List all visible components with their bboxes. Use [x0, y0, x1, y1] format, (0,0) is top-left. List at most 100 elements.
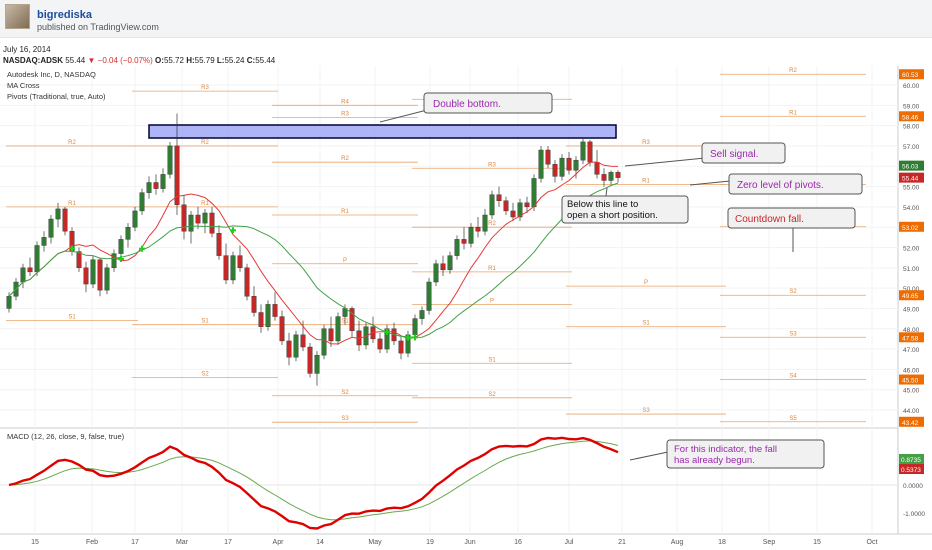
pivots-legend[interactable]: Pivots (Traditional, true, Auto)	[7, 92, 106, 101]
time-tick-label: 15	[31, 539, 39, 546]
candle-down	[223, 255, 229, 281]
callout-text-line-1: For this indicator, the fall	[674, 444, 777, 455]
candle-up	[531, 178, 537, 208]
pivot-label-r3: R3	[201, 85, 209, 91]
pivot-label-r3: R3	[488, 162, 496, 168]
candle-up	[20, 267, 26, 283]
candle-down	[216, 233, 222, 256]
price-axis[interactable]: 60.0059.0058.0057.0056.0055.0054.0053.00…	[899, 69, 924, 427]
time-tick-label: 16	[514, 539, 522, 546]
candle-up	[230, 255, 236, 281]
macd-tick-label: 0.0000	[903, 483, 923, 490]
candle-up	[111, 253, 117, 269]
callout-text: Countdown fall.	[735, 214, 804, 225]
macd-tick-label: -1.0000	[903, 511, 925, 518]
price-badge-label: 49.65	[902, 293, 919, 300]
candle-up	[426, 281, 432, 311]
time-tick-label: 21	[618, 539, 626, 546]
candle-down	[461, 239, 467, 244]
candle-up	[608, 172, 614, 181]
price-tick-label: 59.00	[903, 103, 920, 110]
candle-down	[97, 259, 103, 291]
chart-title-legend[interactable]: Autodesk Inc, D, NASDAQ	[7, 70, 96, 79]
price-tick-label: 47.00	[903, 347, 920, 354]
macd-badge-label: 0.5373	[901, 467, 921, 474]
pivot-label-r2: R2	[789, 68, 797, 74]
time-tick-label: 17	[131, 539, 139, 546]
time-tick-label: 17	[224, 539, 232, 546]
candle-up	[433, 263, 439, 283]
macd-legend[interactable]: MACD (12, 26, close, 9, false, true)	[7, 432, 124, 441]
pivot-label-r2: R2	[488, 221, 496, 227]
price-tick-label: 60.00	[903, 83, 920, 90]
ma-cross-legend[interactable]: MA Cross	[7, 81, 40, 90]
candle-down	[83, 267, 89, 285]
pivot-label-p: P	[490, 298, 494, 304]
time-tick-label: 18	[718, 539, 726, 546]
pivot-label-r1: R1	[68, 201, 76, 207]
pivot-label-r1: R1	[488, 266, 496, 272]
candle-down	[524, 202, 530, 208]
callout-text: Double bottom.	[433, 99, 501, 110]
callout-text: Zero level of pivots.	[737, 180, 824, 191]
pivot-label-r3: R3	[341, 112, 349, 118]
macd-badge-label: 0.8735	[901, 457, 921, 464]
pivot-label-s1: S1	[201, 319, 209, 325]
candle-up	[6, 296, 12, 309]
callout-text-line-2: open a short position.	[567, 210, 658, 221]
candle-down	[510, 210, 516, 218]
candle-down	[27, 267, 33, 273]
time-tick-label: Feb	[86, 539, 98, 546]
candle-down	[615, 172, 621, 178]
pivot-label-r1: R1	[341, 209, 349, 215]
screenshot-root: bigrediska published on TradingView.com …	[0, 0, 932, 550]
time-tick-label: May	[368, 539, 382, 546]
candle-up	[55, 208, 61, 220]
candle-down	[76, 251, 82, 269]
candle-down	[300, 334, 306, 348]
candle-down	[587, 141, 593, 163]
macd-axis[interactable]: 1.00000.0000-1.00000.87350.5373	[899, 454, 925, 518]
price-tick-label: 44.00	[903, 408, 920, 415]
callout-text-line-2: has already begun.	[674, 455, 755, 466]
candle-up	[48, 218, 54, 238]
price-tick-label: 51.00	[903, 266, 920, 273]
pivot-label-s1: S1	[642, 321, 650, 327]
pivot-label-s1: S1	[68, 315, 76, 321]
time-tick-label: 14	[316, 539, 324, 546]
candle-down	[244, 267, 250, 297]
candle-up	[34, 245, 40, 273]
candle-up	[146, 182, 152, 193]
pivot-label-s2: S2	[201, 372, 209, 378]
price-badge-label: 43.42	[902, 420, 919, 427]
callout-text-line-1: Below this line to	[567, 199, 638, 210]
candle-down	[496, 194, 502, 201]
candle-up	[188, 214, 194, 232]
pivot-label-r2: R2	[201, 140, 209, 146]
time-axis[interactable]: 15 Feb 17 Mar 17 Apr 14 May 19 Jun 16 Jul 21 Aug 18 Sep…	[31, 539, 877, 546]
candle-up	[454, 239, 460, 256]
candle-up	[335, 316, 341, 342]
time-tick-label: Apr	[273, 539, 285, 546]
candle-up	[167, 145, 173, 175]
candle-down	[237, 255, 243, 269]
price-tick-label: 49.00	[903, 306, 920, 313]
price-chart[interactable]: R2R1S1R3R2R1S1S2R4R3R2R1PS1S2S3R4R3R2R1P…	[0, 0, 932, 550]
candle-up	[132, 210, 138, 228]
pivot-label-s3: S3	[642, 408, 650, 414]
price-badge-label: 55.44	[902, 176, 919, 183]
candle-down	[209, 212, 215, 234]
candle-down	[328, 328, 334, 342]
price-tick-label: 57.00	[903, 144, 920, 151]
price-tick-label: 55.00	[903, 185, 920, 192]
price-tick-label: 58.00	[903, 124, 920, 131]
time-tick-label: Mar	[176, 539, 189, 546]
candle-down	[377, 338, 383, 350]
double-bottom-zone[interactable]	[148, 124, 617, 139]
candle-up	[90, 259, 96, 285]
candle-down	[195, 214, 201, 224]
candle-up	[412, 318, 418, 336]
price-tick-label: 52.00	[903, 246, 920, 253]
candle-up	[118, 239, 124, 254]
pivot-label-s2: S2	[789, 289, 797, 295]
